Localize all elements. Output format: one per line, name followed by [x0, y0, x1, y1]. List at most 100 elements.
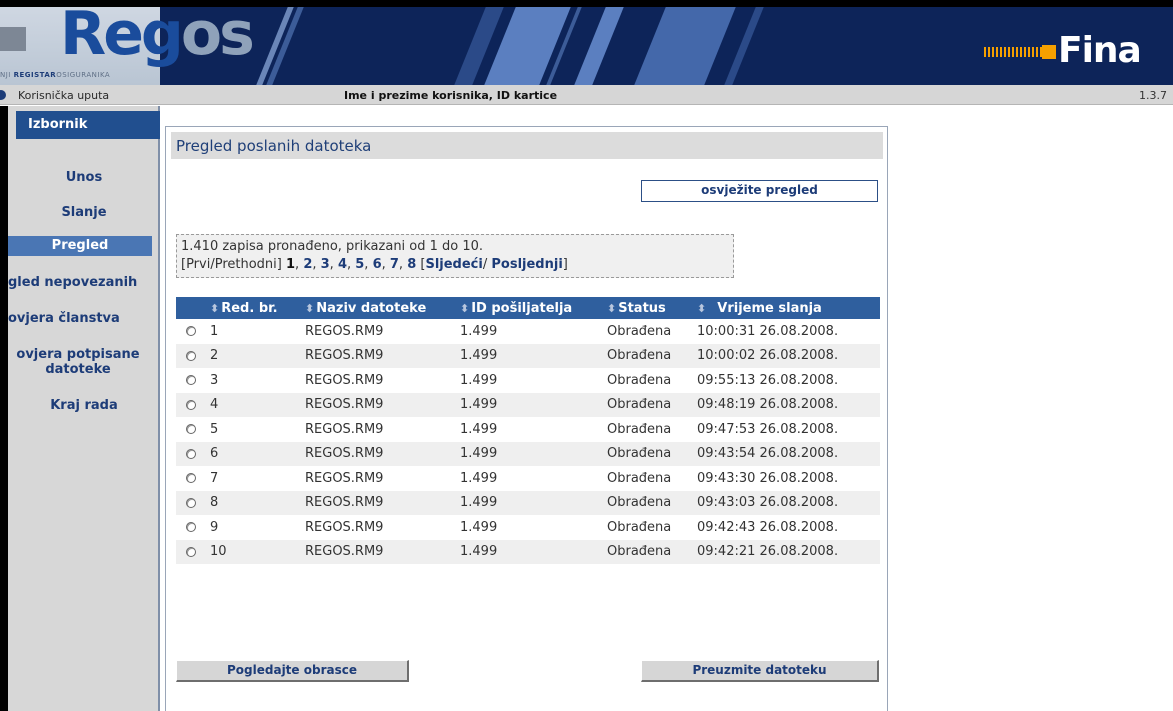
view-forms-button[interactable]: Pogledajte obrasce: [176, 660, 409, 682]
cell-status: Obrađena: [603, 515, 693, 540]
row-select-cell: [176, 515, 206, 540]
banner-stripe: [634, 7, 736, 85]
fina-logo-bars-icon: [984, 47, 1042, 57]
cell-naziv: REGOS.RM9: [301, 539, 456, 564]
row-select-radio[interactable]: [186, 326, 196, 337]
pager-page-5[interactable]: 5: [355, 257, 364, 272]
pager-page-2[interactable]: 2: [303, 257, 312, 272]
cell-red-br: 6: [206, 441, 301, 466]
sidebar-item-pregled[interactable]: Pregled: [8, 236, 152, 256]
row-select-radio[interactable]: [186, 399, 196, 410]
records-count: 1.410 zapisa pronađeno, prikazani od 1 d…: [181, 239, 484, 254]
row-select-radio[interactable]: [186, 424, 196, 435]
pagination: [Prvi/Prethodni] 1, 2, 3, 4, 5, 6, 7, 8 …: [181, 257, 568, 272]
table-row[interactable]: 1 REGOS.RM9 1.499 Obrađena 10:00:31 26.08.20…: [176, 319, 880, 344]
pager-page-6[interactable]: 6: [373, 257, 382, 272]
row-select-cell: [176, 368, 206, 393]
sort-icon: ⬍: [460, 301, 470, 315]
logo-wordmark: Regos: [60, 0, 255, 69]
sidebar-item-kraj-rada[interactable]: Kraj rada: [8, 398, 160, 413]
download-button[interactable]: Preuzmite datoteku: [641, 660, 879, 682]
cell-id: 1.499: [456, 490, 603, 515]
pager-first-prev: [Prvi/Prethodni]: [181, 257, 282, 272]
cell-vrijeme: 10:00:31 26.08.2008.: [693, 319, 880, 344]
sidebar-title: Izbornik: [16, 111, 160, 139]
table-row[interactable]: 7 REGOS.RM9 1.499 Obrađena 09:43:30 26.08.20…: [176, 466, 880, 491]
table-row[interactable]: 2 REGOS.RM9 1.499 Obrađena 10:00:02 26.08.20…: [176, 343, 880, 368]
banner-stripe: [574, 7, 624, 85]
cell-id: 1.499: [456, 441, 603, 466]
user-info: Ime i prezime korisnika, ID kartice: [344, 89, 558, 102]
cell-status: Obrađena: [603, 343, 693, 368]
pager-page-3[interactable]: 3: [321, 257, 330, 272]
pager-bracket-close: ]: [562, 257, 568, 272]
sort-icon: ⬍: [607, 301, 617, 315]
user-guide-link[interactable]: Korisnička uputa: [18, 89, 109, 102]
row-select-radio[interactable]: [186, 350, 196, 361]
row-select-cell: [176, 466, 206, 491]
column-header-id[interactable]: ⬍ ID pošiljatelja: [456, 297, 603, 319]
pager-next-link[interactable]: Sljedeći: [425, 257, 482, 272]
cell-naziv: REGOS.RM9: [301, 392, 456, 417]
cell-status: Obrađena: [603, 539, 693, 564]
regos-logo: Regos NJI REGISTAROSIGURANIKA: [0, 7, 255, 85]
sidebar: Izbornik Unos Slanje Pregled gled nepove…: [0, 106, 160, 711]
sidebar-item-provjera-clanstva[interactable]: ovjera članstva: [8, 311, 160, 326]
table-row[interactable]: 10 REGOS.RM9 1.499 Obrađena 09:42:21 26.08.2…: [176, 539, 880, 564]
sidebar-item-pregled-nepovezanih[interactable]: gled nepovezanih: [8, 275, 160, 290]
cell-red-br: 8: [206, 490, 301, 515]
fina-logo: Fina: [1058, 30, 1142, 71]
cell-id: 1.499: [456, 319, 603, 344]
table-row[interactable]: 6 REGOS.RM9 1.499 Obrađena 09:43:54 26.08.20…: [176, 441, 880, 466]
cell-naziv: REGOS.RM9: [301, 343, 456, 368]
cell-status: Obrađena: [603, 466, 693, 491]
cell-vrijeme: 09:47:53 26.08.2008.: [693, 417, 880, 442]
table-row[interactable]: 3 REGOS.RM9 1.499 Obrađena 09:55:13 26.08.20…: [176, 368, 880, 393]
column-header-red-br[interactable]: ⬍ Red. br.: [206, 297, 301, 319]
cell-status: Obrađena: [603, 392, 693, 417]
refresh-button[interactable]: osvježite pregled: [641, 180, 878, 202]
table-row[interactable]: 9 REGOS.RM9 1.499 Obrađena 09:42:43 26.08.20…: [176, 515, 880, 540]
version-label: 1.3.7: [1139, 89, 1167, 102]
cell-vrijeme: 09:48:19 26.08.2008.: [693, 392, 880, 417]
row-select-cell: [176, 441, 206, 466]
sort-icon: ⬍: [305, 301, 315, 315]
pager-page-7[interactable]: 7: [390, 257, 399, 272]
row-select-radio[interactable]: [186, 375, 196, 386]
main-panel: Pregled poslanih datoteka osvježite preg…: [165, 126, 888, 711]
column-header-naziv[interactable]: ⬍ Naziv datoteke: [301, 297, 456, 319]
table-header-row: ⬍ Red. br. ⬍ Naziv datoteke ⬍ ID pošiljatel…: [176, 297, 880, 319]
select-column-header: [176, 297, 206, 319]
files-table: ⬍ Red. br. ⬍ Naziv datoteke ⬍ ID pošiljatel…: [176, 297, 880, 564]
column-header-vrijeme[interactable]: ⬍ Vrijeme slanja: [693, 297, 880, 319]
row-select-cell: [176, 417, 206, 442]
header-banner: Regos NJI REGISTAROSIGURANIKA Fina: [0, 0, 1173, 85]
cell-naziv: REGOS.RM9: [301, 319, 456, 344]
sidebar-item-slanje[interactable]: Slanje: [8, 205, 160, 220]
pager-page-4[interactable]: 4: [338, 257, 347, 272]
cell-vrijeme: 09:43:30 26.08.2008.: [693, 466, 880, 491]
row-select-cell: [176, 319, 206, 344]
table-row[interactable]: 8 REGOS.RM9 1.499 Obrađena 09:43:03 26.08.20…: [176, 490, 880, 515]
pager-page-8[interactable]: 8: [407, 257, 416, 272]
table-row[interactable]: 4 REGOS.RM9 1.499 Obrađena 09:48:19 26.08.20…: [176, 392, 880, 417]
cell-id: 1.499: [456, 392, 603, 417]
row-select-radio[interactable]: [186, 522, 196, 533]
row-select-radio[interactable]: [186, 546, 196, 557]
cell-status: Obrađena: [603, 368, 693, 393]
sidebar-item-unos[interactable]: Unos: [8, 170, 160, 185]
cell-red-br: 3: [206, 368, 301, 393]
sidebar-item-provjera-potpisane-datoteke[interactable]: ovjera potpisane datoteke: [8, 347, 158, 377]
cell-naziv: REGOS.RM9: [301, 490, 456, 515]
table-row[interactable]: 5 REGOS.RM9 1.499 Obrađena 09:47:53 26.08.20…: [176, 417, 880, 442]
sort-icon: ⬍: [210, 301, 220, 315]
row-select-cell: [176, 392, 206, 417]
pager-last-link[interactable]: Posljednji: [491, 257, 562, 272]
fina-logo-block-icon: [1042, 45, 1056, 59]
column-header-status[interactable]: ⬍ Status: [603, 297, 693, 319]
row-select-radio[interactable]: [186, 497, 196, 508]
row-select-radio[interactable]: [186, 448, 196, 459]
row-select-radio[interactable]: [186, 473, 196, 484]
info-bar: Korisnička uputa Ime i prezime korisnika…: [0, 85, 1173, 105]
sort-icon: ⬍: [697, 301, 707, 315]
